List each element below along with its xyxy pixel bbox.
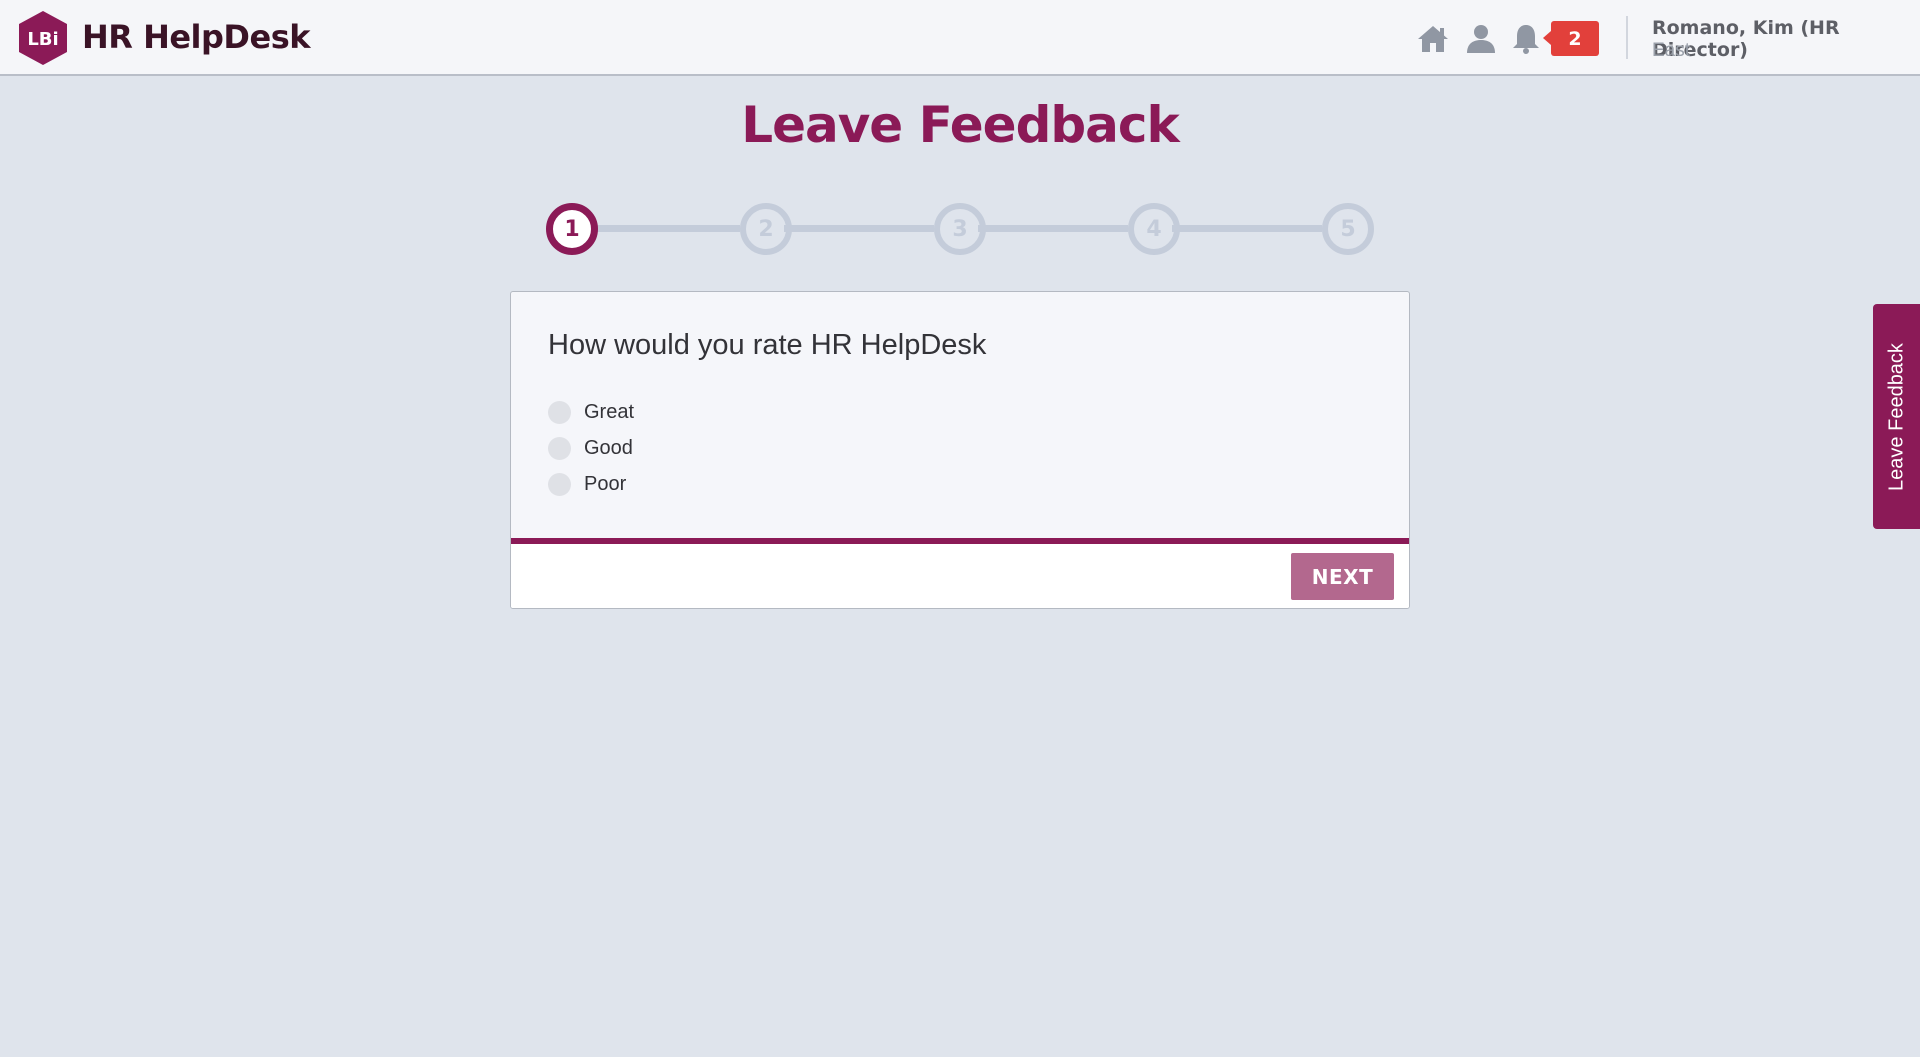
step-connector — [784, 225, 934, 232]
step-connector — [978, 225, 1128, 232]
progress-stepper: 1 2 3 4 5 — [0, 0, 1920, 260]
option-great[interactable]: Great — [548, 397, 634, 427]
option-good[interactable]: Good — [548, 433, 633, 463]
step-connector — [1172, 225, 1322, 232]
option-poor[interactable]: Poor — [548, 469, 626, 499]
radio-button[interactable] — [548, 400, 571, 424]
side-tab-label: Leave Feedback — [1885, 342, 1907, 491]
step-connector — [590, 225, 740, 232]
step-1: 1 — [546, 203, 598, 255]
radio-button[interactable] — [548, 472, 571, 496]
leave-feedback-side-tab[interactable]: Leave Feedback — [1873, 304, 1920, 529]
step-3: 3 — [934, 203, 986, 255]
next-button[interactable]: NEXT — [1291, 553, 1394, 600]
step-4: 4 — [1128, 203, 1180, 255]
option-label: Great — [584, 400, 635, 423]
option-label: Good — [584, 436, 633, 459]
option-label: Poor — [584, 472, 627, 495]
question-text: How would you rate HR HelpDesk — [548, 329, 987, 361]
card-footer: NEXT — [511, 538, 1409, 608]
step-2: 2 — [740, 203, 792, 255]
feedback-card: How would you rate HR HelpDesk Great Goo… — [510, 291, 1410, 609]
radio-button[interactable] — [548, 436, 571, 460]
step-5: 5 — [1322, 203, 1374, 255]
